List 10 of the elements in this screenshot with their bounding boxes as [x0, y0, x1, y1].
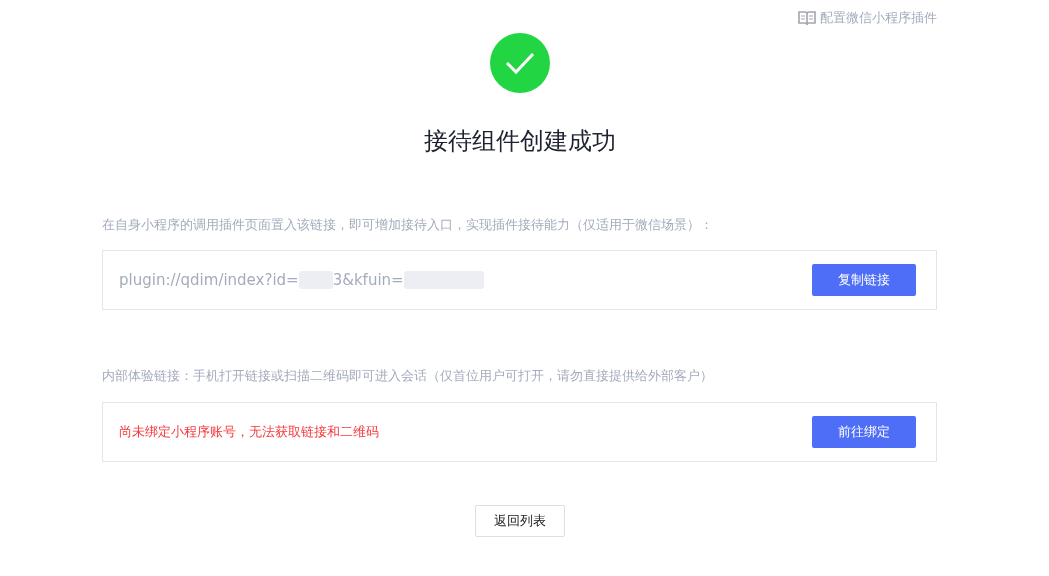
bind-button[interactable]: 前往绑定	[812, 415, 916, 448]
section-description: 在自身小程序的调用插件页面置入该链接，即可增加接待入口，实现插件接待能力（仅适用于微信场景）：	[102, 215, 714, 234]
back-button[interactable]: 返回列表	[474, 504, 565, 537]
error-message: 尚未绑定小程序账号，无法获取链接和二维码	[119, 422, 379, 441]
copy-link-button[interactable]: 复制链接	[812, 264, 916, 296]
section-description: 内部体验链接：手机打开链接或扫描二维码即可进入会话（仅首位用户可打开，请勿直接提供给外部客户）	[102, 367, 714, 385]
link-text: plugin://qdim/index?id= 3&kfuin=	[119, 268, 484, 292]
book-icon	[798, 9, 816, 26]
page-title: 接待组件创建成功	[422, 125, 617, 157]
config-plugin-link[interactable]: 配置微信小程序插件	[798, 8, 937, 28]
